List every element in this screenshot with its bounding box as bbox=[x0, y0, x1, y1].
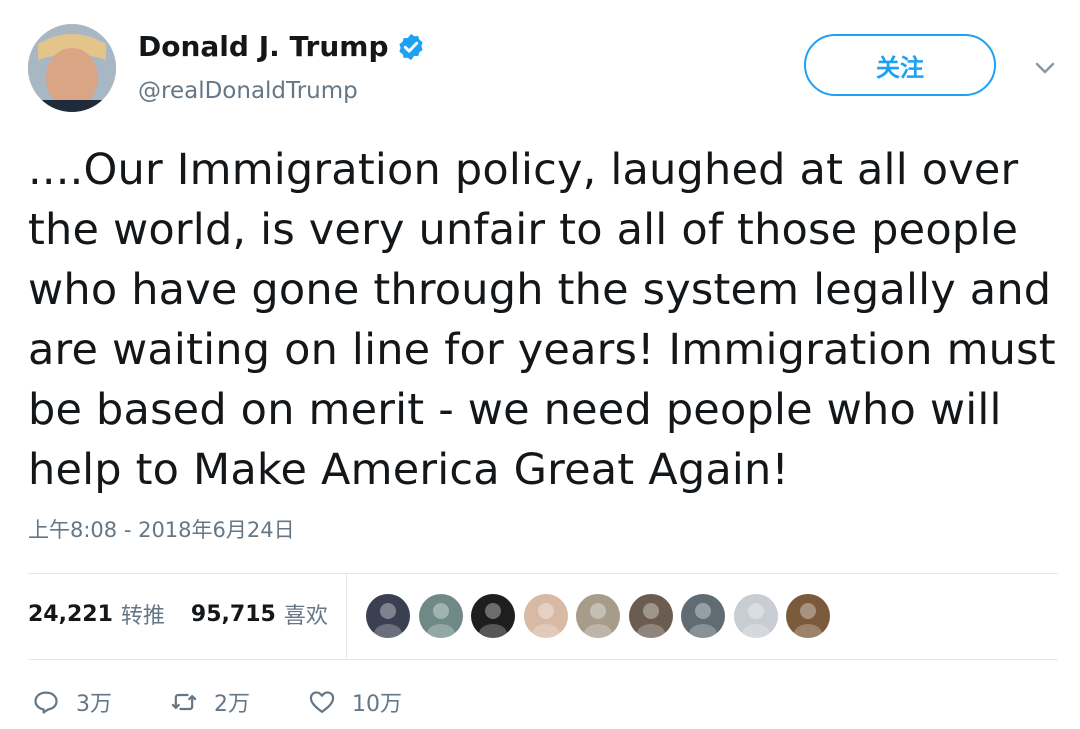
likes-count[interactable]: 95,715 bbox=[191, 602, 276, 627]
avatar[interactable] bbox=[28, 24, 116, 112]
stats-separator bbox=[346, 574, 347, 658]
divider bbox=[28, 659, 1058, 660]
like-button[interactable]: 10万 bbox=[308, 686, 402, 718]
liker-avatar[interactable] bbox=[786, 594, 830, 638]
tweet-stats: 24,221 转推 95,715 喜欢 bbox=[28, 598, 354, 630]
tweet-text: ....Our Immigration policy, laughed at a… bbox=[28, 145, 1056, 495]
liker-avatar[interactable] bbox=[733, 594, 778, 638]
likes-label[interactable]: 喜欢 bbox=[284, 598, 328, 630]
liker-avatar-image bbox=[471, 594, 515, 638]
user-handle[interactable]: @realDonaldTrump bbox=[138, 78, 358, 104]
retweet-icon bbox=[171, 693, 197, 711]
like-count: 10万 bbox=[352, 692, 402, 717]
retweet-count: 2万 bbox=[214, 692, 250, 717]
heart-icon bbox=[309, 691, 335, 714]
liker-avatar-image bbox=[786, 594, 830, 638]
liker-avatar-image bbox=[681, 594, 725, 638]
liker-avatars bbox=[366, 594, 839, 638]
liker-avatar[interactable] bbox=[471, 594, 515, 638]
liker-avatar-image bbox=[628, 594, 673, 638]
retweet-button[interactable]: 2万 bbox=[170, 686, 250, 718]
retweets-count[interactable]: 24,221 bbox=[28, 602, 113, 627]
liker-avatar[interactable] bbox=[681, 594, 725, 638]
reply-icon bbox=[34, 691, 58, 714]
user-name-row: Donald J. Trump bbox=[138, 30, 426, 63]
divider bbox=[28, 573, 1058, 574]
display-name[interactable]: Donald J. Trump bbox=[138, 30, 388, 63]
tweet-timestamp[interactable]: 上午8:08 - 2018年6月24日 bbox=[28, 514, 295, 544]
reply-button[interactable]: 3万 bbox=[32, 686, 112, 718]
liker-avatar[interactable] bbox=[628, 594, 673, 638]
liker-avatar[interactable] bbox=[366, 594, 410, 638]
liker-avatar-image bbox=[366, 594, 410, 638]
liker-avatar[interactable] bbox=[523, 594, 568, 638]
verified-badge-icon bbox=[399, 33, 424, 60]
liker-avatar-image bbox=[523, 594, 568, 638]
tweet-actions: 3万 2万 10万 bbox=[32, 686, 402, 718]
reply-count: 3万 bbox=[76, 692, 112, 717]
liker-avatar-image bbox=[733, 594, 778, 638]
chevron-down-icon[interactable] bbox=[1030, 56, 1060, 80]
liker-avatar[interactable] bbox=[418, 594, 463, 638]
avatar-image bbox=[28, 24, 116, 112]
liker-avatar[interactable] bbox=[576, 594, 620, 638]
follow-button[interactable]: 关注 bbox=[804, 34, 996, 96]
liker-avatar-image bbox=[418, 594, 463, 638]
retweets-label[interactable]: 转推 bbox=[121, 598, 165, 630]
liker-avatar-image bbox=[576, 594, 620, 638]
